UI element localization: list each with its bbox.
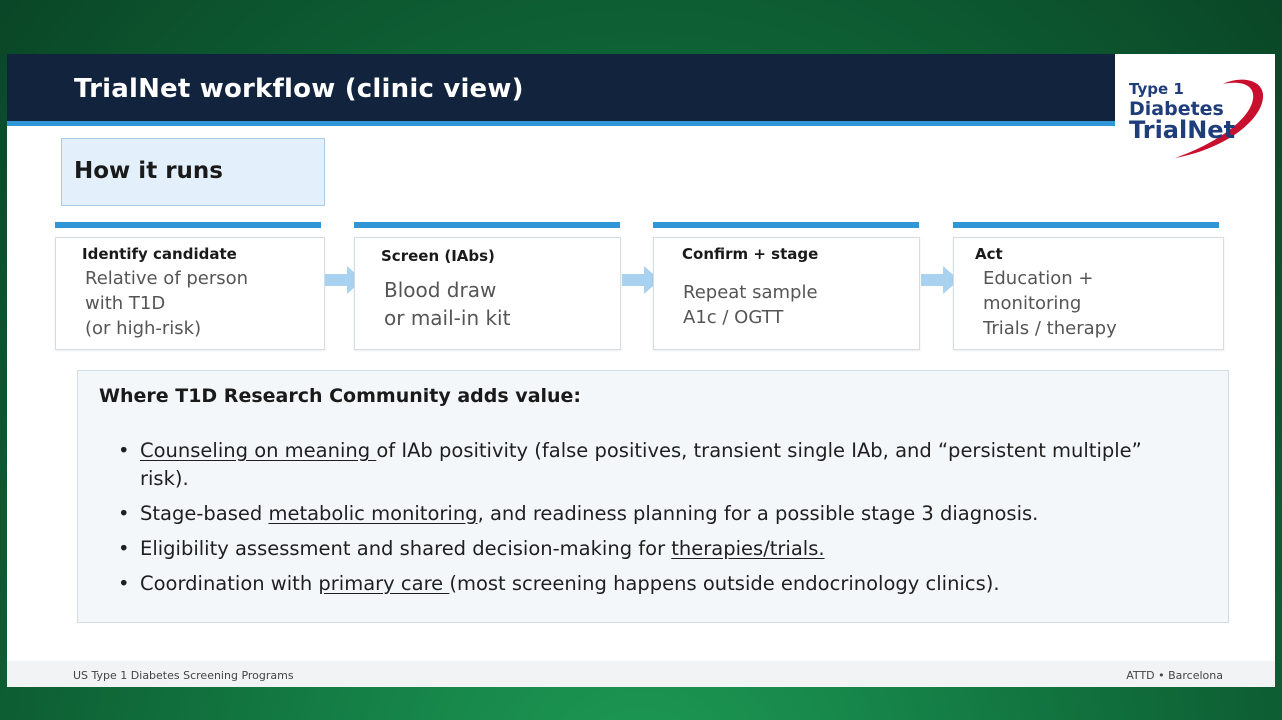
step-card-act: Act Education + monitoring Trials / ther…: [953, 237, 1224, 350]
step-bar: [55, 222, 321, 228]
item-text: , and readiness planning for a possible …: [477, 502, 1039, 525]
value-list: • Counseling on meaning of IAb positivit…: [116, 437, 1196, 605]
bullet-icon: •: [118, 439, 130, 462]
bullet-icon: •: [118, 572, 130, 595]
value-box: Where T1D Research Community adds value:…: [77, 370, 1229, 623]
section-label: How it runs: [74, 158, 223, 184]
logo-line-3: TrialNet: [1129, 116, 1236, 144]
step-line: Blood draw: [384, 278, 497, 302]
step-title: Identify candidate: [82, 245, 237, 263]
step-body: Education + monitoring Trials / therapy: [983, 266, 1117, 341]
step-line: Relative of person: [85, 268, 249, 289]
footer-left: US Type 1 Diabetes Screening Programs: [73, 669, 294, 682]
step-bar: [653, 222, 919, 228]
step-body: Repeat sample A1c / OGTT: [683, 280, 818, 330]
step-card-confirm: Confirm + stage Repeat sample A1c / OGTT: [653, 237, 920, 350]
item-text: (most screening happens outside endocrin…: [449, 572, 1000, 595]
list-item: • Stage-based metabolic monitoring, and …: [116, 500, 1196, 528]
header-underline: [7, 121, 1115, 126]
section-box: How it runs: [61, 138, 325, 206]
step-line: Education +: [983, 268, 1094, 289]
step-line: with T1D: [85, 293, 166, 314]
step-body: Blood draw or mail-in kit: [384, 276, 510, 332]
step-title: Confirm + stage: [682, 245, 819, 263]
list-item: • Coordination with primary care (most s…: [116, 570, 1196, 598]
item-text: Stage-based: [140, 502, 269, 525]
header-bar: TrialNet workflow (clinic view): [7, 54, 1115, 121]
step-line: Trials / therapy: [983, 318, 1117, 339]
step-line: monitoring: [983, 293, 1082, 314]
list-item: • Eligibility assessment and shared deci…: [116, 535, 1196, 563]
item-text: Coordination with: [140, 572, 319, 595]
step-line: (or high-risk): [85, 318, 202, 339]
step-line: Repeat sample: [683, 282, 818, 303]
underlined-link-text: therapies/trials.: [671, 537, 825, 560]
step-body: Relative of person with T1D (or high-ris…: [85, 266, 248, 341]
step-bar: [953, 222, 1219, 228]
trialnet-logo: Type 1 Diabetes TrialNet: [1115, 54, 1275, 164]
step-card-screen: Screen (IAbs) Blood draw or mail-in kit: [354, 237, 621, 350]
step-title: Screen (IAbs): [381, 247, 495, 265]
slide: TrialNet workflow (clinic view) Type 1 D…: [7, 54, 1275, 687]
page-title: TrialNet workflow (clinic view): [74, 74, 524, 104]
bullet-icon: •: [118, 502, 130, 525]
item-text: Eligibility assessment and shared decisi…: [140, 537, 672, 560]
step-card-identify: Identify candidate Relative of person wi…: [55, 237, 325, 350]
list-item: • Counseling on meaning of IAb positivit…: [116, 437, 1196, 493]
logo-line-1: Type 1: [1129, 80, 1184, 98]
value-heading: Where T1D Research Community adds value:: [99, 385, 582, 407]
step-title: Act: [975, 245, 1003, 263]
underlined-link-text: Counseling on meaning: [140, 439, 377, 462]
footer-right: ATTD • Barcelona: [1126, 669, 1223, 682]
step-line: A1c / OGTT: [683, 307, 784, 328]
step-line: or mail-in kit: [384, 306, 511, 330]
footer: US Type 1 Diabetes Screening Programs AT…: [7, 661, 1275, 687]
step-bar: [354, 222, 620, 228]
underlined-link-text: metabolic monitoring: [268, 502, 478, 525]
bullet-icon: •: [118, 537, 130, 560]
underlined-link-text: primary care: [318, 572, 450, 595]
